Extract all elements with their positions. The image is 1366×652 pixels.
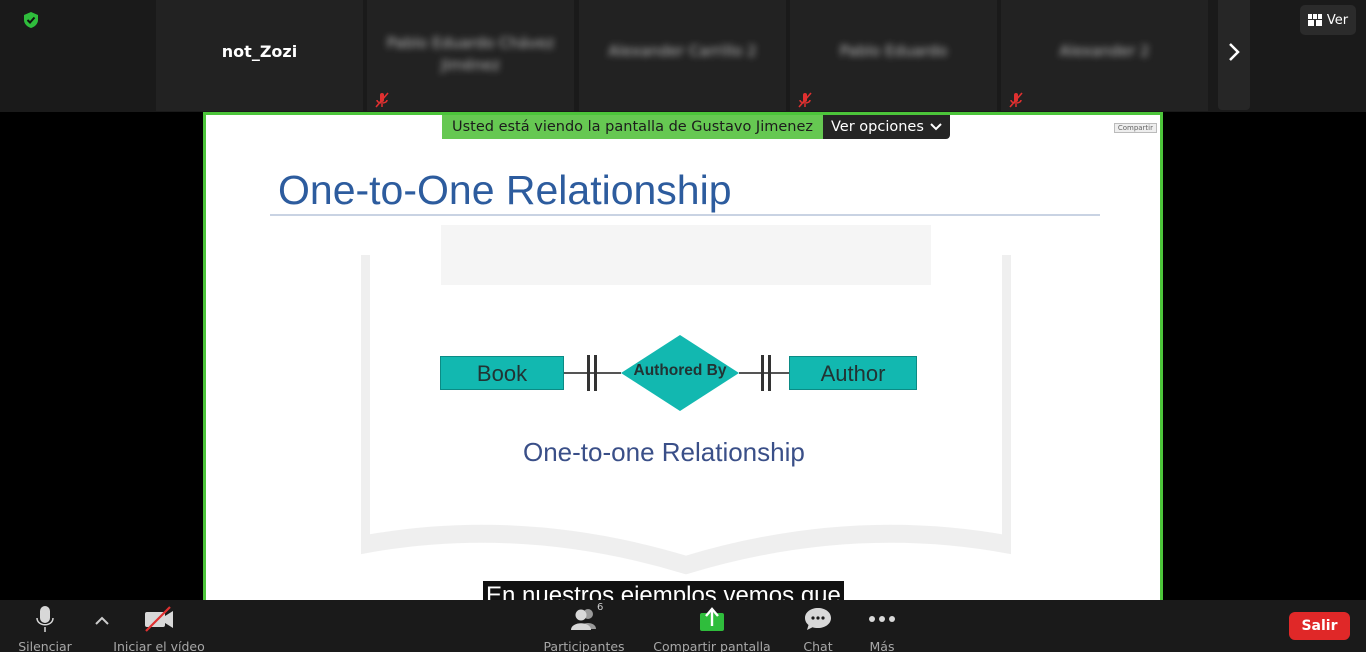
leave-button[interactable]: Salir: [1289, 612, 1350, 640]
view-button[interactable]: Ver: [1300, 5, 1356, 35]
entity-book: Book: [440, 356, 564, 390]
microphone-icon: [36, 606, 54, 632]
participant-strip: not_Zozi Pablo Eduardo Chávez Jiménez Al…: [0, 0, 1366, 112]
muted-mic-icon: [1009, 92, 1023, 108]
share-banner-message: Usted está viendo la pantalla de Gustavo…: [442, 115, 823, 139]
chat-bubble-icon: [805, 608, 831, 630]
relationship-label: Authored By: [633, 362, 727, 379]
security-shield-icon[interactable]: [22, 11, 40, 29]
participant-name: Alexander 2: [1059, 42, 1150, 60]
muted-mic-icon: [375, 92, 389, 108]
participant-tile[interactable]: Pablo Eduardo Chávez Jiménez: [367, 0, 574, 111]
gallery-grid-icon: [1307, 14, 1322, 26]
slide-title: One-to-One Relationship: [278, 167, 732, 213]
entity-author: Author: [789, 356, 917, 390]
participants-label: Participantes: [543, 639, 625, 652]
video-off-icon: [145, 606, 173, 632]
relationship-line: [564, 372, 621, 374]
audio-options-caret-icon[interactable]: [94, 616, 110, 626]
chevron-down-icon: [930, 123, 942, 131]
cardinality-mark: [768, 355, 771, 391]
start-video-label: Iniciar el vídeo: [113, 639, 205, 652]
more-dots-icon: [869, 616, 895, 622]
chevron-right-icon: [1229, 43, 1240, 61]
relationship-line: [739, 372, 789, 374]
slide-subtitle: One-to-one Relationship: [523, 437, 805, 467]
share-banner: Usted está viendo la pantalla de Gustavo…: [442, 115, 950, 139]
er-diagram: Book Authored By Author: [440, 333, 920, 413]
view-button-label: Ver: [1326, 12, 1349, 28]
title-divider: [270, 214, 1100, 216]
cardinality-mark: [594, 355, 597, 391]
next-participants-button[interactable]: [1218, 0, 1250, 110]
chat-label: Chat: [803, 639, 833, 652]
share-screen-label: Compartir pantalla: [653, 639, 771, 652]
participant-tile[interactable]: Alexander Carrillo 2: [579, 0, 786, 111]
participant-name: not_Zozi: [221, 42, 298, 61]
share-screen-icon: [700, 607, 724, 631]
more-button[interactable]: Más: [864, 604, 900, 652]
cardinality-mark: [587, 355, 590, 391]
share-screen-button[interactable]: Compartir pantalla: [653, 604, 771, 652]
cardinality-mark: [761, 355, 764, 391]
zoom-meeting-window: not_Zozi Pablo Eduardo Chávez Jiménez Al…: [0, 0, 1366, 652]
view-options-button[interactable]: Ver opciones: [823, 115, 950, 139]
more-label: Más: [869, 639, 895, 652]
mini-share-label: Compartir: [1113, 123, 1157, 133]
meeting-toolbar: Silenciar Iniciar el vídeo Participantes…: [0, 600, 1366, 652]
start-video-button[interactable]: Iniciar el vídeo: [113, 604, 205, 652]
participant-name: Pablo Eduardo Chávez Jiménez: [386, 34, 555, 74]
chat-button[interactable]: Chat: [800, 604, 836, 652]
participants-icon: [571, 609, 596, 630]
view-options-label: Ver opciones: [831, 119, 924, 135]
muted-mic-icon: [798, 92, 812, 108]
participant-tile[interactable]: Alexander 2: [1001, 0, 1208, 111]
participant-tile[interactable]: Pablo Eduardo: [790, 0, 997, 111]
mute-button[interactable]: Silenciar: [18, 604, 72, 652]
participant-tile[interactable]: not_Zozi: [156, 0, 363, 111]
participant-name: Pablo Eduardo: [839, 42, 948, 60]
mute-label: Silenciar: [18, 639, 72, 652]
participants-count: 6: [597, 602, 604, 613]
participants-button[interactable]: Participantes: [543, 604, 625, 652]
participant-name: Alexander Carrillo 2: [608, 42, 757, 60]
shared-screen: Usted está viendo la pantalla de Gustavo…: [203, 112, 1163, 652]
